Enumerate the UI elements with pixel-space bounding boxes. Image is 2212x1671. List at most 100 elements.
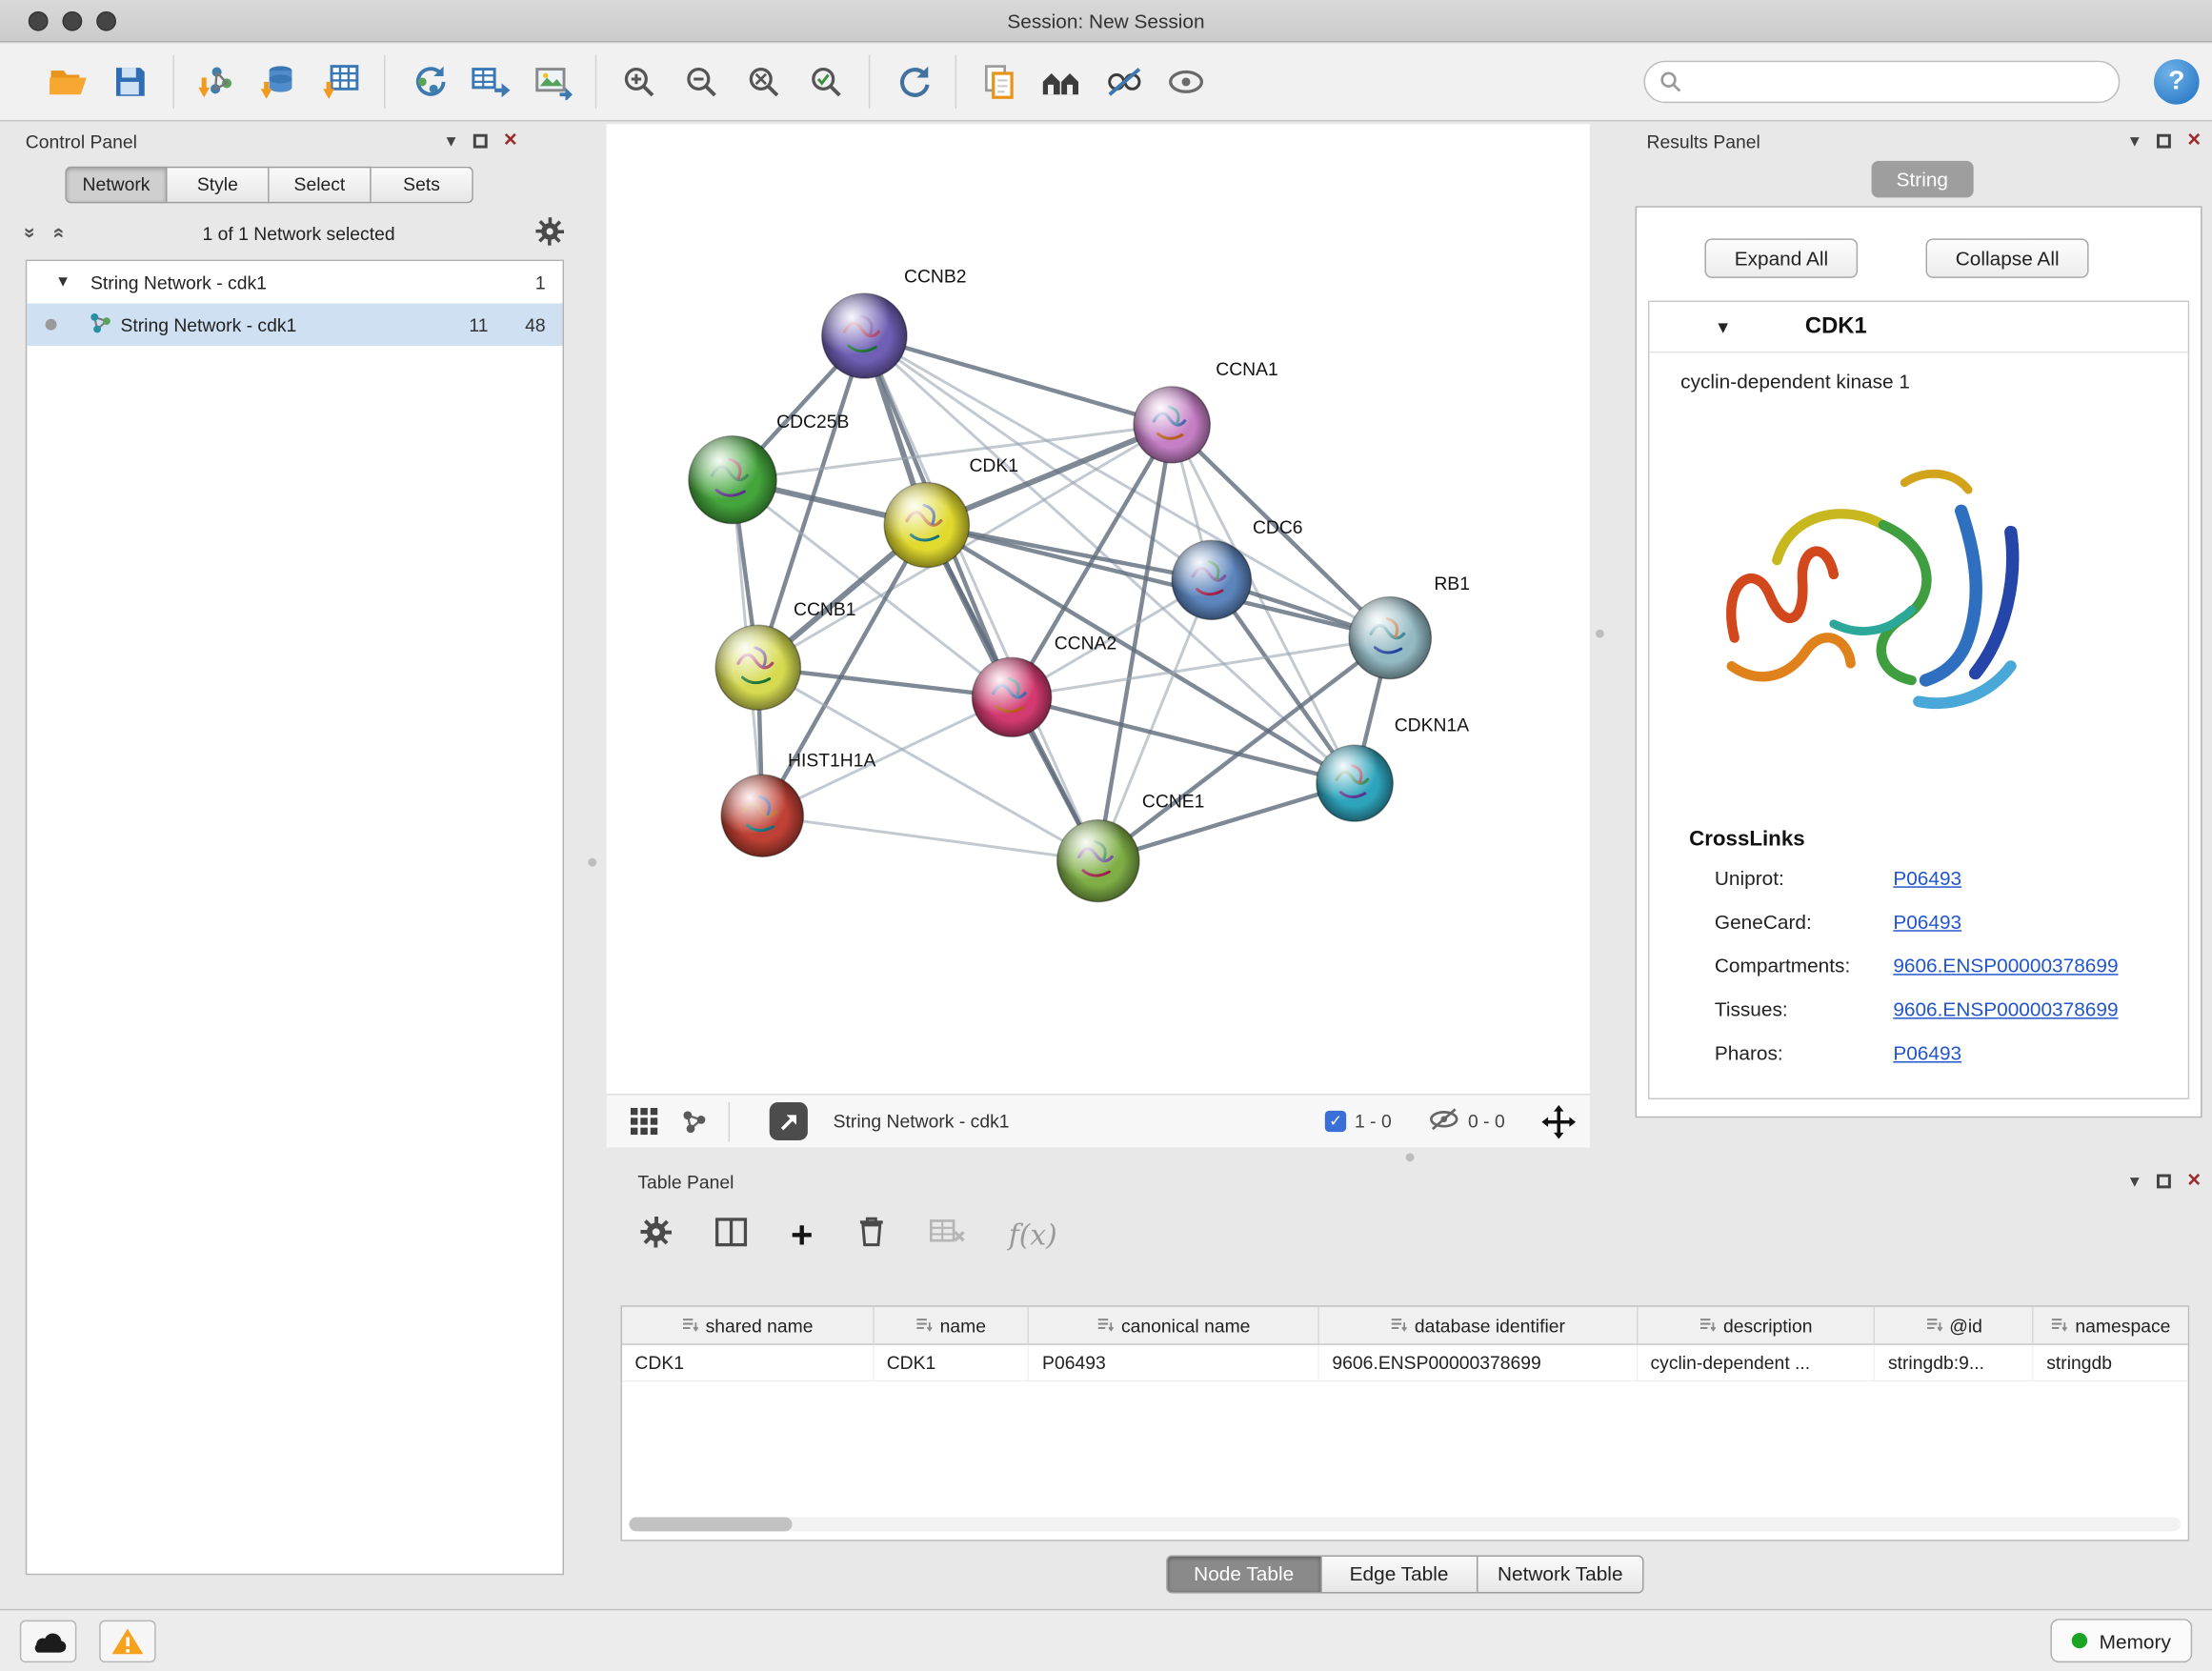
- expand-all-networks-icon[interactable]: »: [45, 228, 68, 239]
- network-node-CDKN1A[interactable]: [1317, 745, 1393, 821]
- search-input[interactable]: [1682, 65, 2119, 99]
- panel-close-icon[interactable]: ×: [2187, 1172, 2201, 1192]
- horizontal-scrollbar[interactable]: [629, 1518, 2181, 1532]
- save-session-icon[interactable]: [99, 52, 161, 111]
- pan-mode-icon[interactable]: [1541, 1104, 1576, 1138]
- tab-node-table[interactable]: Node Table: [1166, 1556, 1322, 1594]
- crosslink-link[interactable]: P06493: [1893, 1041, 1961, 1064]
- detach-view-icon[interactable]: [770, 1102, 808, 1140]
- crosslink-link[interactable]: 9606.ENSP00000378699: [1893, 954, 2118, 976]
- panel-menu-icon[interactable]: ▾: [2130, 130, 2140, 152]
- search-icon: [1659, 70, 1682, 93]
- apply-layout-icon[interactable]: [881, 52, 943, 111]
- cloud-icon[interactable]: [20, 1621, 77, 1662]
- network-graph[interactable]: CCNB2CCNA1CDC25BCDK1CDC6RB1CCNB1CCNA2CDK…: [607, 124, 1590, 1094]
- crosslink-link[interactable]: P06493: [1893, 867, 1961, 890]
- selected-checkbox-icon[interactable]: ✓: [1325, 1111, 1346, 1132]
- network-node-RB1[interactable]: [1349, 597, 1431, 679]
- new-network-selection-icon[interactable]: [397, 52, 459, 111]
- panel-menu-icon[interactable]: ▾: [447, 130, 456, 152]
- hide-selected-icon[interactable]: [1093, 52, 1155, 111]
- import-network-file-icon[interactable]: [186, 52, 248, 111]
- panel-menu-icon[interactable]: ▾: [2130, 1170, 2140, 1193]
- section-caret-icon[interactable]: ▼: [1715, 317, 1732, 337]
- hidden-eye-slash-icon[interactable]: [1428, 1106, 1459, 1136]
- network-from-table-icon[interactable]: [459, 52, 521, 111]
- export-image-icon[interactable]: [521, 52, 583, 111]
- node-label: CDC6: [1253, 518, 1303, 538]
- network-node-CDC25B[interactable]: [689, 436, 776, 524]
- zoom-selected-icon[interactable]: [794, 52, 856, 111]
- zoom-out-icon[interactable]: [671, 52, 733, 111]
- tab-network[interactable]: Network: [65, 167, 167, 204]
- crosslink-link[interactable]: P06493: [1893, 911, 1961, 934]
- panel-close-icon[interactable]: ×: [504, 131, 517, 151]
- network-node-HIST1H1A[interactable]: [721, 775, 803, 856]
- panel-close-icon[interactable]: ×: [2187, 131, 2201, 151]
- gene-description: cyclin-dependent kinase 1: [1680, 370, 2188, 393]
- column-header[interactable]: @id: [1876, 1307, 2034, 1344]
- tab-network-table[interactable]: Network Table: [1478, 1556, 1644, 1594]
- collapse-all-networks-icon[interactable]: »: [20, 228, 43, 239]
- network-canvas[interactable]: CCNB2CCNA1CDC25BCDK1CDC6RB1CCNB1CCNA2CDK…: [607, 124, 1590, 1094]
- tab-string[interactable]: String: [1871, 161, 1974, 198]
- network-node-CDC6[interactable]: [1172, 540, 1251, 619]
- column-header[interactable]: namespace: [2034, 1307, 2188, 1344]
- collection-caret-icon[interactable]: ▼: [55, 273, 70, 291]
- window-minimize-button[interactable]: [62, 11, 82, 31]
- panel-float-icon[interactable]: [2156, 134, 2170, 149]
- table-row[interactable]: CDK1 CDK1 P06493 9606.ENSP00000378699 cy…: [622, 1345, 2188, 1382]
- add-column-icon[interactable]: +: [791, 1220, 813, 1249]
- column-header[interactable]: database identifier: [1319, 1307, 1638, 1344]
- scrollbar-thumb[interactable]: [629, 1518, 792, 1532]
- column-header[interactable]: shared name: [622, 1307, 874, 1344]
- network-node-CCNB2[interactable]: [822, 293, 907, 378]
- network-node-CCNE1[interactable]: [1057, 820, 1139, 902]
- column-header[interactable]: name: [874, 1307, 1029, 1344]
- open-session-icon[interactable]: [37, 52, 99, 111]
- collapse-all-button[interactable]: Collapse All: [1926, 238, 2089, 277]
- select-columns-icon[interactable]: [714, 1217, 749, 1252]
- memory-button[interactable]: Memory: [2051, 1619, 2192, 1662]
- column-header[interactable]: description: [1638, 1307, 1875, 1344]
- network-view-share-icon[interactable]: [669, 1092, 717, 1151]
- function-builder-icon: f(x): [1009, 1218, 1057, 1252]
- network-node-CCNA2[interactable]: [972, 657, 1051, 736]
- table-panel: Table Panel ▾ × + f(x): [621, 1164, 2212, 1609]
- column-header[interactable]: canonical name: [1030, 1307, 1319, 1344]
- import-network-database-icon[interactable]: [248, 52, 310, 111]
- zoom-in-icon[interactable]: [608, 52, 670, 111]
- first-neighbors-icon[interactable]: [1030, 52, 1092, 111]
- splitter-handle[interactable]: [588, 858, 596, 867]
- network-node-CCNA1[interactable]: [1134, 387, 1210, 463]
- zoom-fit-icon[interactable]: [733, 52, 794, 111]
- window-close-button[interactable]: [29, 11, 49, 31]
- splitter-handle[interactable]: [1596, 630, 1604, 638]
- import-table-file-icon[interactable]: [311, 52, 372, 111]
- tab-style[interactable]: Style: [168, 167, 270, 204]
- network-collection-row[interactable]: ▼ String Network - cdk1 1: [27, 261, 562, 303]
- panel-float-icon[interactable]: [2156, 1175, 2170, 1189]
- network-node-CCNB1[interactable]: [715, 625, 800, 710]
- tab-select[interactable]: Select: [270, 167, 372, 204]
- grid-view-icon[interactable]: [621, 1092, 670, 1151]
- tab-sets[interactable]: Sets: [372, 167, 473, 204]
- duplicate-network-icon[interactable]: [968, 52, 1030, 111]
- network-options-gear-icon[interactable]: [535, 216, 564, 249]
- tab-edge-table[interactable]: Edge Table: [1321, 1556, 1478, 1594]
- table-gear-icon[interactable]: [640, 1217, 672, 1252]
- panel-float-icon[interactable]: [473, 134, 487, 149]
- delete-column-icon[interactable]: [855, 1216, 887, 1254]
- gene-section-header[interactable]: ▼ CDK1: [1649, 302, 2187, 352]
- window-zoom-button[interactable]: [96, 11, 116, 31]
- splitter-handle[interactable]: [1406, 1153, 1415, 1161]
- expand-all-button[interactable]: Expand All: [1704, 238, 1858, 277]
- crosslink-label: Compartments:: [1715, 954, 1893, 976]
- delete-table-icon: [929, 1218, 966, 1250]
- network-row[interactable]: String Network - cdk1 11 48: [27, 304, 562, 346]
- network-node-CDK1[interactable]: [884, 483, 969, 568]
- warning-icon[interactable]: [99, 1621, 156, 1662]
- show-all-icon[interactable]: [1155, 52, 1217, 111]
- help-icon[interactable]: ?: [2154, 59, 2200, 104]
- crosslink-link[interactable]: 9606.ENSP00000378699: [1893, 997, 2118, 1020]
